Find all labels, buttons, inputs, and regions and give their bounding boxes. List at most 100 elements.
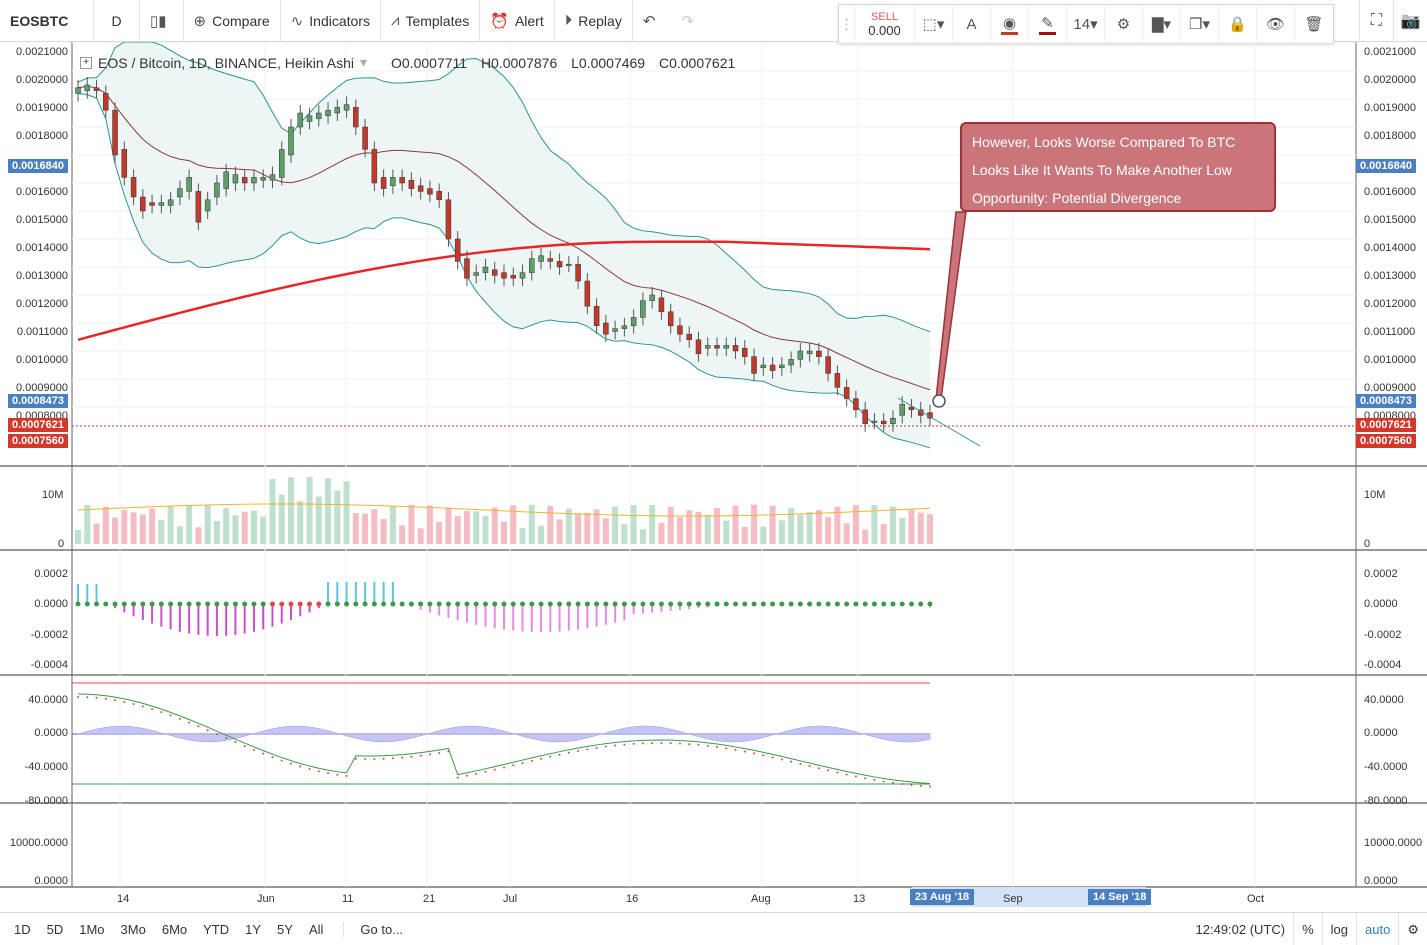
rsi-signal-dot (725, 747, 728, 750)
range-ytd[interactable]: YTD (195, 922, 237, 937)
lower-band-tag-left: 0.0008473 (8, 394, 68, 408)
delete-button[interactable]: 🗑 (1295, 5, 1333, 43)
oscillator-dot (158, 601, 164, 607)
visibility-button[interactable]: 👁 (1257, 5, 1295, 43)
callout-annotation[interactable]: However, Looks Worse Compared To BTC Loo… (960, 122, 1276, 212)
rsi-signal-dot (493, 768, 496, 771)
sell-button[interactable]: SELL 0.000 (855, 5, 915, 43)
candle-body (316, 112, 322, 119)
chart-settings-button[interactable]: ⚙ (1398, 913, 1427, 945)
legend-caret-icon[interactable]: ▾ (360, 54, 367, 71)
indicators-button[interactable]: ∿ Indicators (281, 0, 381, 42)
drag-handle[interactable]: ⋮ (839, 5, 855, 43)
line-color-button[interactable]: ✎ (1029, 5, 1067, 43)
candle-body (445, 199, 452, 240)
volume-bar (482, 515, 489, 544)
volume-bar (612, 506, 619, 544)
rsi-signal-dot (197, 725, 200, 728)
replay-button[interactable]: ⏵ Replay (555, 0, 633, 42)
alert-button[interactable]: ⏰ Alert (480, 0, 555, 42)
text-button[interactable]: A (953, 5, 991, 43)
font-size-select[interactable]: 14 ▾ (1067, 5, 1105, 43)
volume-bar (917, 512, 924, 544)
range-1mo[interactable]: 1Mo (71, 922, 112, 937)
price-axis-label: 0.0011000 (1364, 326, 1416, 338)
volume-bar (130, 512, 137, 544)
rsi-signal-dot (799, 762, 802, 765)
volume-bar (84, 505, 91, 544)
rsi-signal-dot (512, 764, 515, 767)
clone-button[interactable]: ❐▾ (1181, 5, 1219, 43)
fill-color-button[interactable]: ◉ (991, 5, 1029, 43)
percent-toggle[interactable]: % (1293, 913, 1322, 945)
oscillator-dot (492, 601, 498, 607)
oscillator-dot (242, 601, 248, 607)
oscillator-dot (520, 601, 526, 607)
oscillator-dot (668, 601, 674, 607)
candle-body (454, 238, 461, 262)
style-button[interactable]: ⬚▾ (915, 5, 953, 43)
rsi-signal-dot (706, 744, 709, 747)
fullscreen-button[interactable]: ⛶ (1359, 0, 1393, 42)
range-1y[interactable]: 1Y (237, 922, 269, 937)
candle-body (788, 359, 794, 366)
oscillator-dot (288, 601, 294, 607)
rsi-histogram-area (77, 725, 931, 743)
rsi-signal-dot (503, 766, 505, 769)
rsi-signal-dot (808, 765, 811, 768)
oscillator-dot (149, 601, 155, 607)
lock-button[interactable]: 🔒 (1219, 5, 1257, 43)
clock-time[interactable]: 12:49:02 (UTC) (1188, 913, 1294, 945)
oscillator-dot (325, 601, 331, 607)
oscillator-dot (881, 601, 887, 607)
price-axis-label: 0.0014000 (1364, 242, 1416, 254)
bottom-bar: 1D 5D 1Mo 3Mo 6Mo YTD 1Y 5Y All Go to...… (0, 912, 1427, 945)
candle-body (464, 258, 470, 279)
volume-bar (667, 506, 674, 544)
volume-bar (417, 528, 424, 544)
range-1d[interactable]: 1D (0, 922, 39, 937)
symbol-search[interactable]: EOSBTC (0, 0, 94, 42)
candle-body (603, 322, 609, 335)
screenshot-button[interactable]: 📷 (1393, 0, 1427, 42)
candle-body (121, 149, 128, 178)
range-6mo[interactable]: 6Mo (154, 922, 195, 937)
volume-bar (621, 524, 628, 544)
settings-button[interactable]: ⚙ (1105, 5, 1143, 43)
candle-body (186, 177, 192, 192)
volume-bar (852, 505, 859, 544)
gear-icon: ⚙ (1407, 921, 1419, 937)
oscillator-dot (742, 601, 748, 607)
candle-body (566, 263, 572, 266)
volume-bar (241, 511, 248, 544)
goto-button[interactable]: Go to... (343, 921, 411, 937)
templates-button[interactable]: ⩘ Templates (381, 0, 481, 42)
plus-circle-icon: ⊕ (193, 12, 207, 30)
volume-bar (927, 514, 933, 544)
oscillator-dot (649, 601, 655, 607)
compare-button[interactable]: ⊕ Compare (184, 0, 281, 42)
chart-type-button[interactable]: ▯▮ (140, 0, 184, 42)
collapse-legend-icon[interactable]: + (80, 56, 92, 69)
range-5y[interactable]: 5Y (269, 922, 301, 937)
oscillator-dot (223, 601, 229, 607)
candle-body (130, 177, 137, 198)
range-all[interactable]: All (301, 922, 331, 937)
undo-button[interactable]: ↶ (633, 0, 672, 42)
price-axis-label: 0.0013000 (16, 270, 68, 282)
range-3mo[interactable]: 3Mo (113, 922, 154, 937)
candle-body (779, 364, 785, 369)
oscillator-dot (316, 601, 322, 607)
legend-title[interactable]: EOS / Bitcoin, 1D, BINANCE, Heikin Ashi (98, 55, 354, 71)
visual-order-button[interactable]: ▇▾ (1143, 5, 1181, 43)
log-toggle[interactable]: log (1321, 913, 1356, 945)
oscillator-dot (890, 601, 896, 607)
candle-body (167, 199, 174, 206)
rsi-signal-dot (771, 756, 774, 759)
auto-toggle[interactable]: auto (1356, 913, 1398, 945)
templates-label: Templates (405, 12, 470, 29)
range-5d[interactable]: 5D (39, 922, 72, 937)
redo-button[interactable]: ↷ (671, 0, 710, 42)
interval-button[interactable]: D (94, 0, 140, 42)
candle-body (232, 174, 239, 184)
